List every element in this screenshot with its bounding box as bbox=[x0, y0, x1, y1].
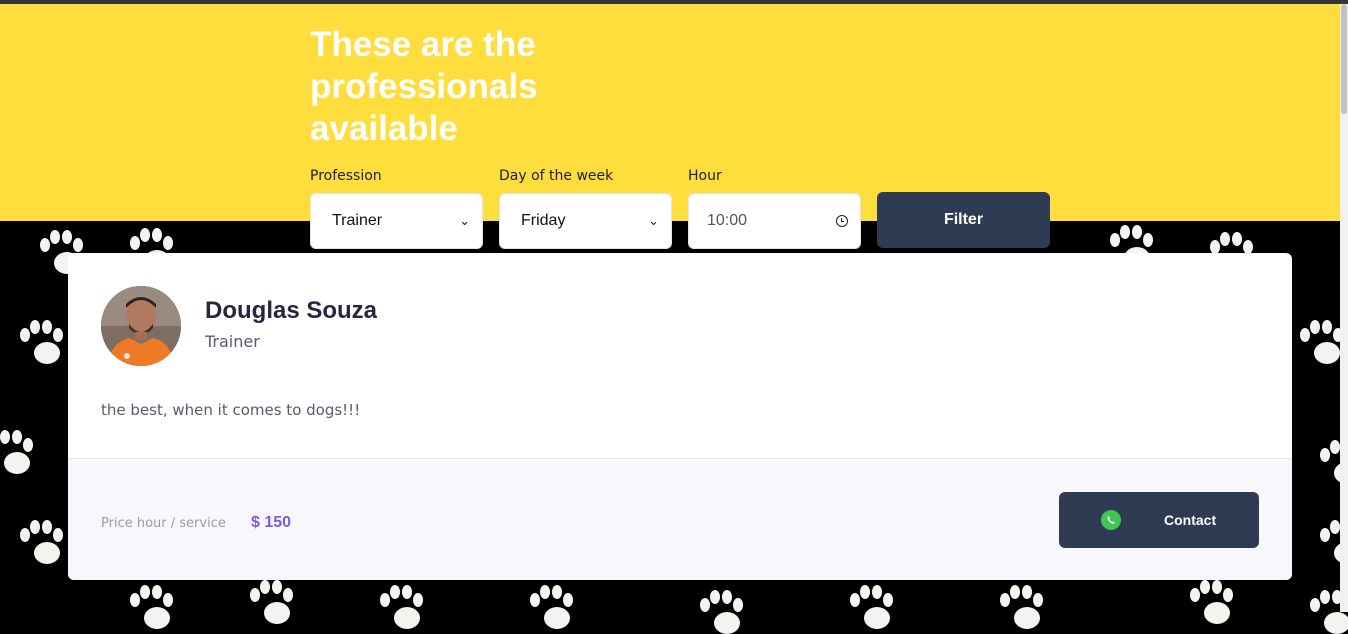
professional-card: Douglas Souza Trainer the best, when it … bbox=[68, 253, 1292, 580]
hour-label: Hour bbox=[688, 168, 722, 184]
page-title: These are the professionals available bbox=[310, 25, 538, 148]
contact-button[interactable]: Contact bbox=[1059, 492, 1259, 548]
profession-select-value: Trainer bbox=[332, 212, 383, 229]
professional-profession: Trainer bbox=[205, 332, 260, 351]
day-select-value: Friday bbox=[521, 212, 566, 229]
professional-name: Douglas Souza bbox=[205, 297, 378, 324]
price-label: Price hour / service bbox=[101, 516, 226, 531]
avatar bbox=[101, 286, 181, 366]
profession-select[interactable]: Trainer ⌄ bbox=[310, 193, 483, 249]
clock-icon[interactable] bbox=[836, 215, 848, 227]
contact-label: Contact bbox=[1164, 512, 1217, 528]
price-value: $ 150 bbox=[251, 514, 292, 531]
profession-label: Profession bbox=[310, 168, 382, 184]
whatsapp-icon bbox=[1101, 510, 1121, 530]
hour-input-value: 10:00 bbox=[707, 212, 748, 229]
professional-bio: the best, when it comes to dogs!!! bbox=[101, 401, 361, 419]
filter-button[interactable]: Filter bbox=[877, 192, 1050, 248]
chevron-down-icon: ⌄ bbox=[648, 213, 659, 228]
card-footer: Price hour / service $ 150 Contact bbox=[68, 458, 1292, 580]
hero-banner: These are the professionals available Pr… bbox=[0, 4, 1340, 249]
day-label: Day of the week bbox=[499, 168, 614, 184]
chevron-down-icon: ⌄ bbox=[459, 213, 470, 228]
scrollbar-thumb[interactable] bbox=[1341, 4, 1347, 114]
hour-input[interactable]: 10:00 bbox=[688, 193, 861, 249]
day-select[interactable]: Friday ⌄ bbox=[499, 193, 672, 249]
